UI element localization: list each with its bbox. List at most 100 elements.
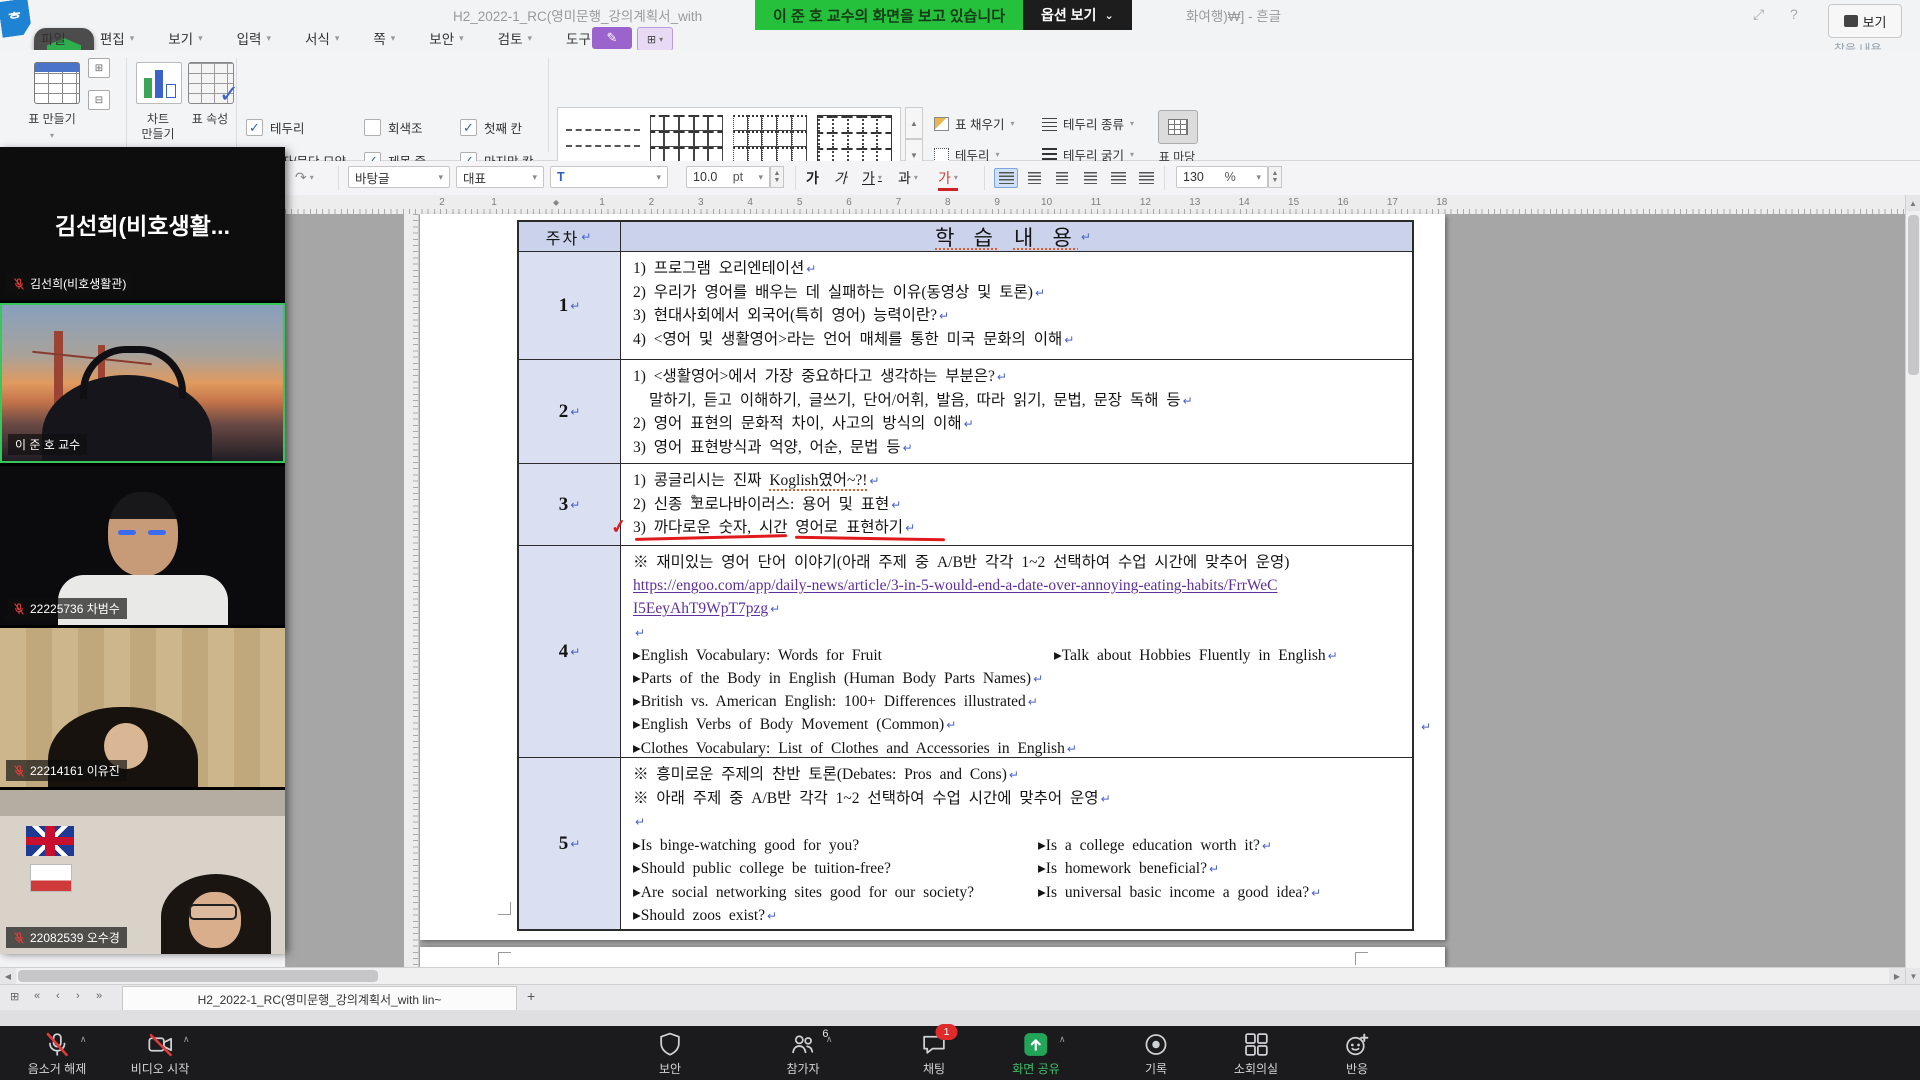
- chevron-up-icon[interactable]: ∧: [80, 1034, 87, 1045]
- last-tab-icon[interactable]: »: [96, 990, 102, 1002]
- italic-button[interactable]: 가: [834, 167, 847, 188]
- menu-8[interactable]: 검토▾: [481, 28, 549, 48]
- zoom-participants-button[interactable]: 6∧참가자: [786, 1030, 819, 1077]
- ruler-number: 14: [1239, 197, 1250, 208]
- create-table-label[interactable]: 표 만들기 ▾: [26, 112, 78, 143]
- zoom-chat-button[interactable]: 1채팅: [921, 1030, 948, 1077]
- content-cell: 1) 콩글리시는 진짜 Koglish였어~?!↵2) 신종 코로나바이러스: …: [621, 464, 1412, 545]
- menu-4[interactable]: 입력▾: [220, 28, 288, 48]
- menu-3[interactable]: 보기▾: [151, 28, 219, 48]
- next-tab-icon[interactable]: ›: [76, 990, 80, 1002]
- window-title-left: H2_2022-1_RC(영미문행_강의계획서_with: [453, 5, 702, 25]
- zoom-level-input[interactable]: 130%▾: [1176, 166, 1268, 188]
- chevron-down-icon: ▾: [198, 33, 203, 44]
- zoom-video-off-button[interactable]: ∧비디오 시작: [131, 1030, 190, 1077]
- edit-mode-button[interactable]: ✎: [592, 27, 632, 49]
- document-line: 1) 프로그램 오리엔테이션↵: [633, 257, 1400, 281]
- create-chart-icon[interactable]: [136, 62, 182, 104]
- zoom-rooms-button[interactable]: 소회의실: [1234, 1030, 1278, 1077]
- participant-video-tile[interactable]: 22214161 이유진: [0, 628, 285, 787]
- style-set-select[interactable]: 대표▾: [456, 166, 544, 188]
- zoom-shield-button[interactable]: 보안: [657, 1030, 684, 1077]
- redo-button[interactable]: ↷▾: [295, 167, 314, 188]
- table-template-icon[interactable]: [1158, 110, 1198, 144]
- char-effect-button[interactable]: 과▾: [898, 167, 918, 188]
- align-left-button[interactable]: [1022, 168, 1046, 188]
- zoom-mic-off-button[interactable]: ∧음소거 해제: [28, 1030, 87, 1077]
- view-options-button[interactable]: 옵션 보기⌄: [1023, 0, 1132, 30]
- document-page[interactable]: 주차↵ 학 습내 용↵ 1↵1) 프로그램 오리엔테이션↵2) 우리가 영어를 …: [420, 214, 1445, 940]
- prev-tab-icon[interactable]: ‹: [56, 990, 60, 1002]
- menu-6[interactable]: 쪽▾: [356, 28, 412, 48]
- zoom-share-button[interactable]: ∧화면 공유: [1012, 1030, 1060, 1077]
- vertical-scroll-thumb[interactable]: [1908, 215, 1919, 375]
- participant-video-tile[interactable]: 22225736 차범수: [0, 466, 285, 625]
- checkbox-테두리[interactable]: ✓테두리: [246, 118, 364, 137]
- fullscreen-icon[interactable]: ⤢: [1753, 6, 1764, 23]
- scroll-left-arrow[interactable]: ◀: [0, 968, 16, 984]
- first-tab-icon[interactable]: «: [34, 990, 40, 1002]
- table-tab-button[interactable]: ⊞▾: [637, 27, 673, 51]
- table-row: 4↵※ 재미있는 영어 단어 이야기(아래 주제 중 A/B반 각각 1~2 선…: [519, 545, 1412, 757]
- scroll-up-arrow[interactable]: ▲: [1906, 195, 1920, 211]
- align-center-button[interactable]: [1050, 168, 1074, 188]
- bold-button[interactable]: 가: [806, 167, 819, 188]
- video-decoration: [189, 904, 237, 920]
- horizontal-scrollbar[interactable]: ◀ ▶: [0, 967, 1905, 984]
- vertical-scrollbar[interactable]: ▲ ▼: [1905, 195, 1920, 984]
- draw-table-icon[interactable]: ⊞: [88, 58, 110, 78]
- create-table-icon[interactable]: [34, 62, 80, 104]
- red-check-annotation: ✓: [609, 515, 628, 540]
- syllabus-table: 주차↵ 학 습내 용↵ 1↵1) 프로그램 오리엔테이션↵2) 우리가 영어를 …: [517, 220, 1414, 931]
- paragraph-mark: ↵: [1328, 649, 1338, 663]
- chevron-up-icon[interactable]: ∧: [1059, 1034, 1066, 1045]
- gallery-up-button[interactable]: ▲: [905, 107, 923, 139]
- font-name-select[interactable]: T▾: [550, 166, 668, 188]
- scroll-right-arrow[interactable]: ▶: [1889, 968, 1905, 984]
- menu-7[interactable]: 보안▾: [412, 28, 480, 48]
- paragraph-style-select[interactable]: 바탕글▾: [348, 166, 450, 188]
- zoom-stepper[interactable]: ▲▼: [1268, 166, 1282, 188]
- align-distribute-button[interactable]: [1106, 168, 1130, 188]
- help-icon[interactable]: ?: [1790, 6, 1798, 22]
- underline-button[interactable]: 가▾: [862, 167, 882, 188]
- font-size-input[interactable]: 10.0pt▾: [686, 166, 770, 188]
- erase-table-icon[interactable]: ⊟: [88, 90, 110, 110]
- document-line: 1) 콩글리시는 진짜 Koglish였어~?!↵: [633, 469, 1400, 493]
- align-right-button[interactable]: [1078, 168, 1102, 188]
- menu-5[interactable]: 서식▾: [288, 28, 356, 48]
- chevron-up-icon[interactable]: ∧: [826, 1034, 833, 1045]
- scroll-down-arrow[interactable]: ▼: [1906, 968, 1920, 984]
- document-line: ▸Should zoos exist?↵: [633, 904, 1400, 928]
- document-tab[interactable]: H2_2022-1_RC(영미문행_강의계획서_with lin~: [122, 986, 517, 1011]
- button-표 채우기[interactable]: 표 채우기▾: [934, 114, 1042, 133]
- zoom-record-button[interactable]: 기록: [1143, 1030, 1170, 1077]
- create-chart-label[interactable]: 차트 만들기: [132, 112, 184, 142]
- menu-2[interactable]: 편집▾: [83, 28, 151, 48]
- horizontal-ruler[interactable]: 21123456789101112131415161718◆: [285, 195, 1905, 215]
- participant-video-tile[interactable]: 22082539 오수경: [0, 790, 285, 954]
- document-line: 2) 영어 표현의 문화적 차이, 사고의 방식의 이해↵: [633, 412, 1400, 436]
- menu-1[interactable]: 파일: [24, 28, 83, 48]
- horizontal-scroll-thumb[interactable]: [18, 970, 378, 982]
- vertical-ruler[interactable]: [404, 214, 419, 967]
- font-size-stepper[interactable]: ▲▼: [770, 166, 784, 188]
- checkbox-회색조[interactable]: 회색조: [364, 118, 460, 137]
- align-justify-button[interactable]: [994, 168, 1018, 188]
- page-margin-mark: [1355, 952, 1368, 965]
- font-icon: T: [557, 170, 565, 184]
- button-테두리 종류[interactable]: 테두리 종류▾: [1042, 114, 1164, 133]
- table-properties-icon[interactable]: ✓: [188, 62, 234, 104]
- document-tab-bar: ⊞ « ‹ › » H2_2022-1_RC(영미문행_강의계획서_with l…: [0, 984, 1920, 1010]
- participant-video-tile[interactable]: 김선희(비호생활...김선희(비호생활관): [0, 147, 285, 300]
- document-line: 2) 신종 코로나바이러스: 용어 및 표현✎↵: [633, 493, 1400, 517]
- tab-list-icon[interactable]: ⊞: [10, 990, 19, 1003]
- table-properties-label[interactable]: 표 속성: [184, 112, 236, 127]
- highlight-color-button[interactable]: 가▾: [938, 167, 958, 191]
- align-divide-button[interactable]: [1134, 168, 1158, 188]
- chevron-up-icon[interactable]: ∧: [183, 1034, 190, 1045]
- participant-video-tile[interactable]: 이 준 호 교수: [0, 303, 285, 463]
- zoom-reactions-button[interactable]: 반응: [1344, 1030, 1371, 1077]
- add-tab-button[interactable]: +: [527, 988, 535, 1004]
- ruler-number: 11: [1091, 197, 1101, 208]
